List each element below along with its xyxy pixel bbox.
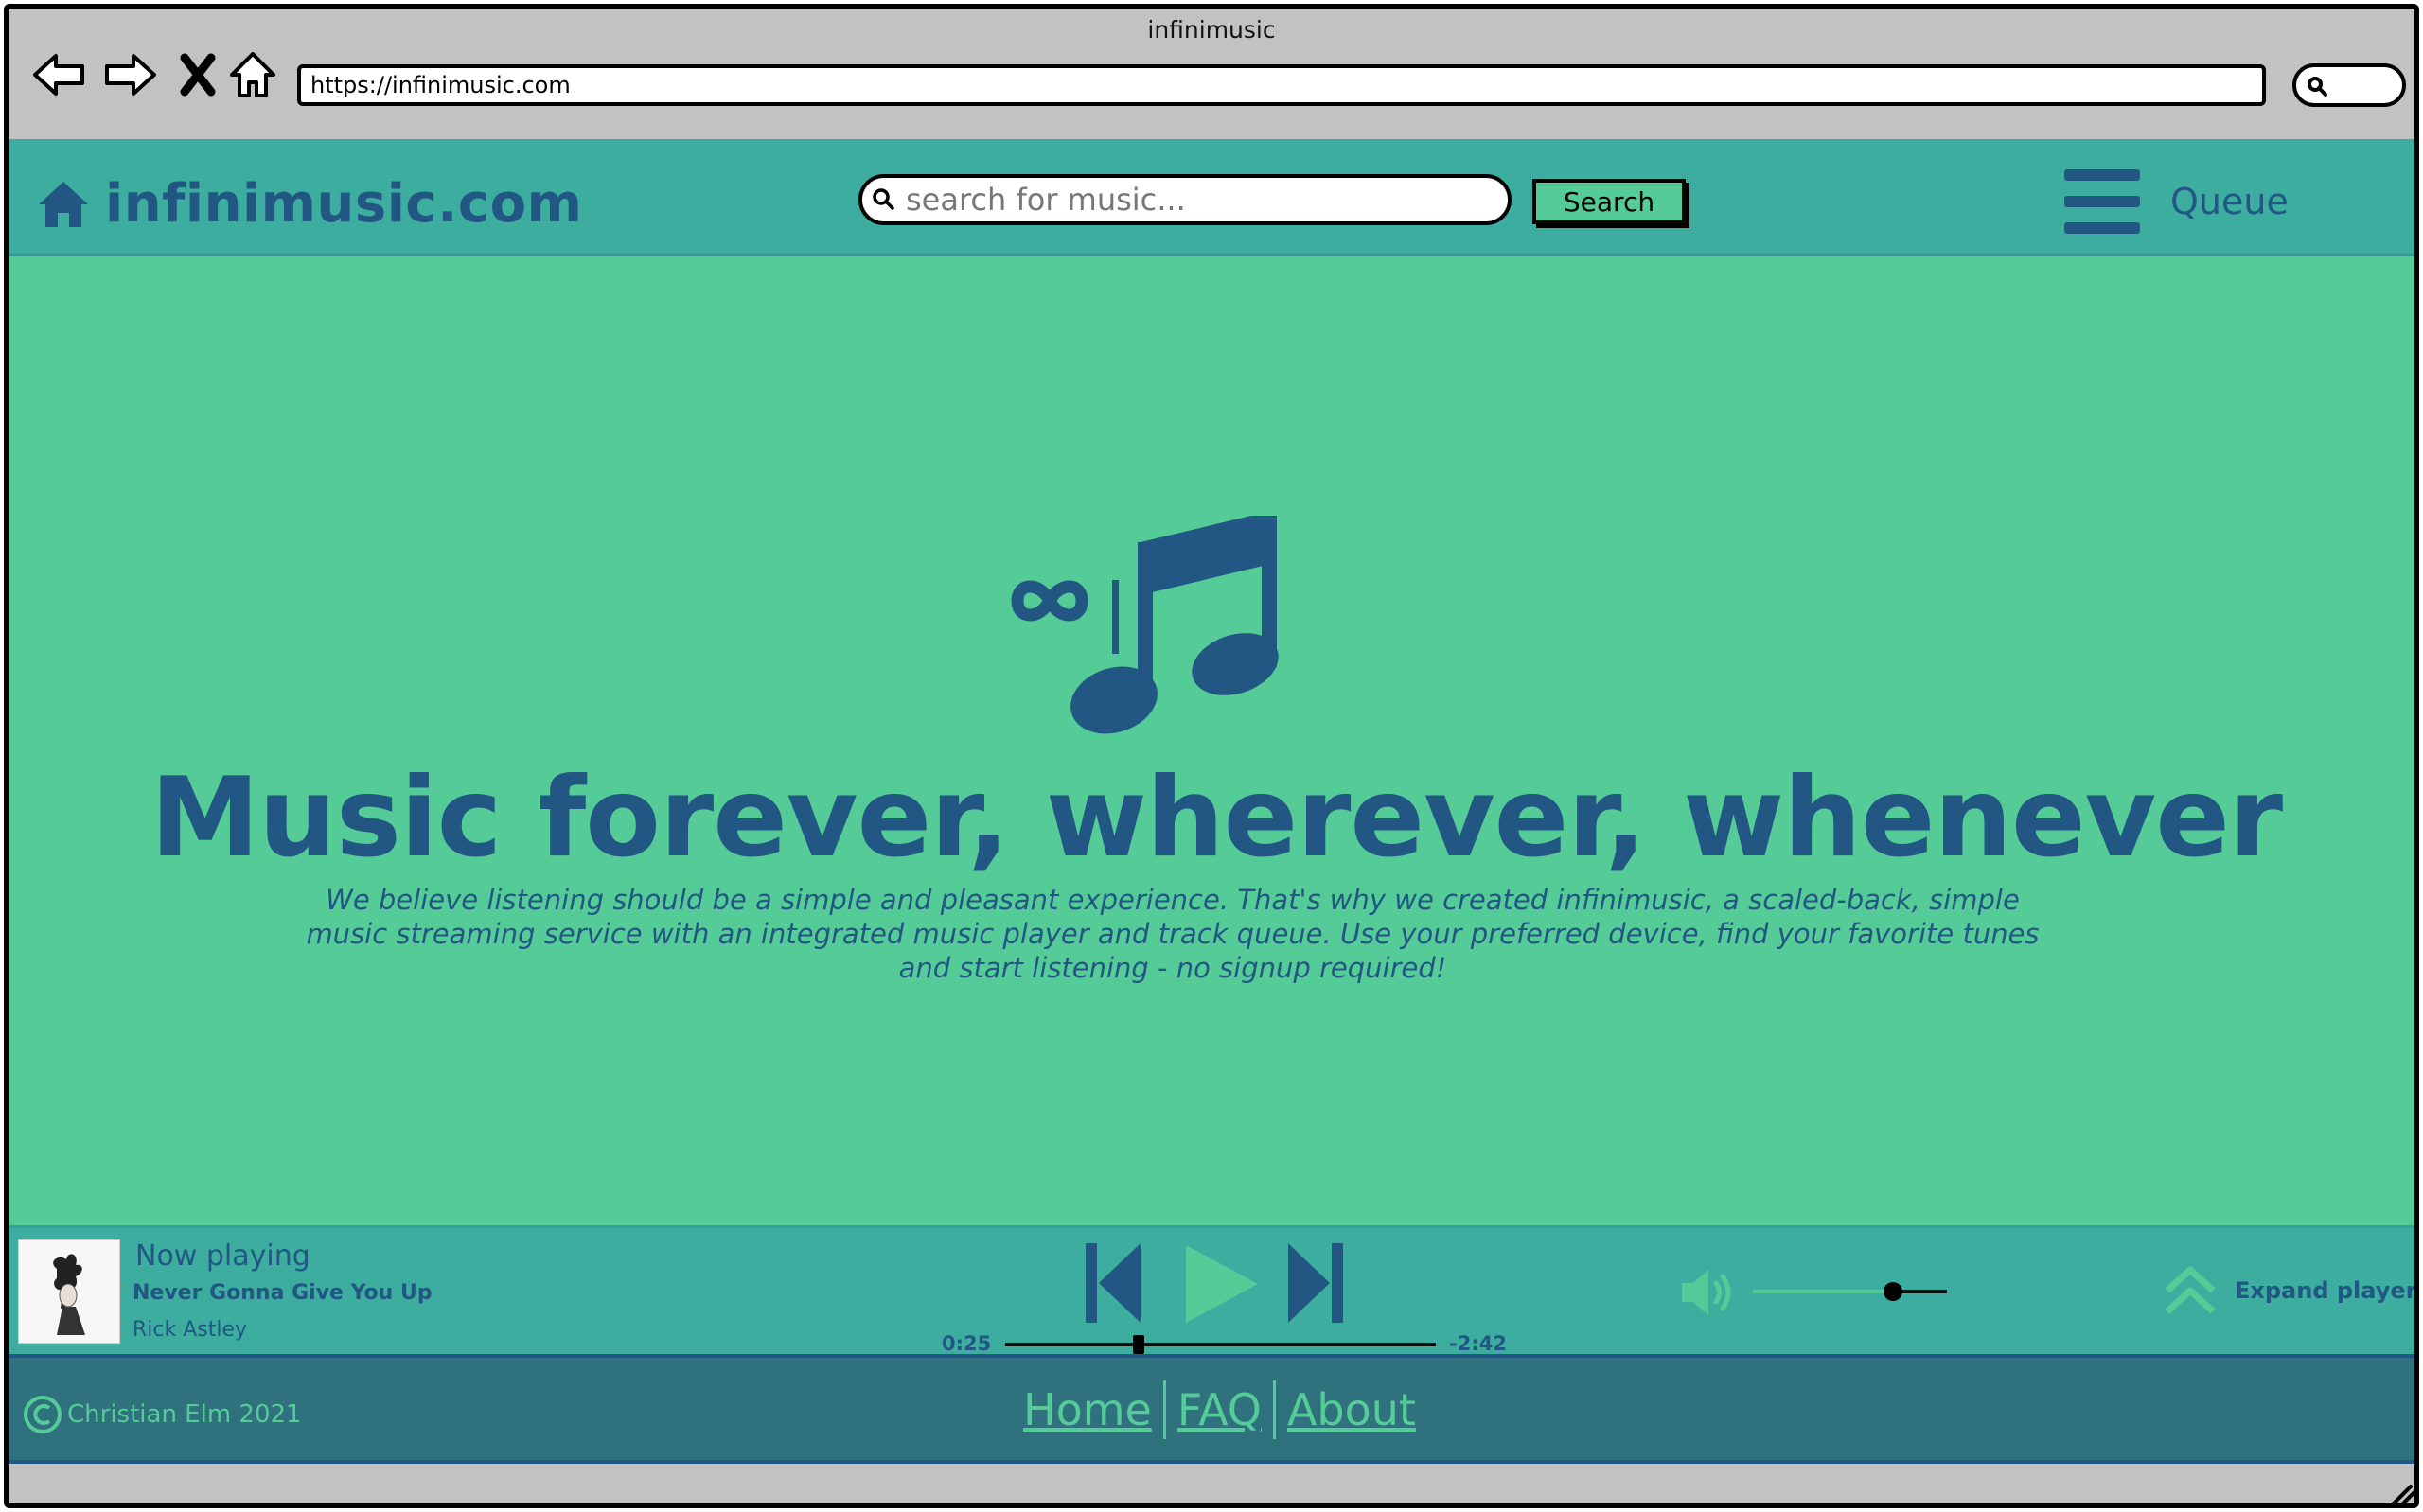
search-input[interactable]: [906, 182, 1493, 218]
hamburger-menu-icon: [2064, 169, 2140, 234]
search-icon: [2308, 77, 2327, 97]
brand-name: infinimusic.com: [105, 173, 583, 235]
footer: Christian Elm 2021 Home FAQ About: [9, 1358, 2414, 1464]
next-track-button[interactable]: [1286, 1241, 1345, 1329]
progress-bar[interactable]: [1005, 1343, 1436, 1346]
forward-arrow-icon[interactable]: [101, 46, 158, 103]
resize-grip-icon[interactable]: [2386, 1481, 2419, 1508]
status-bar: [9, 1464, 2419, 1508]
footer-link-about[interactable]: About: [1282, 1384, 1422, 1435]
hero-description: We believe listening should be a simple …: [306, 884, 2040, 984]
play-icon: [1186, 1245, 1258, 1323]
browser-home-icon[interactable]: [224, 46, 281, 103]
play-button[interactable]: [1182, 1241, 1262, 1331]
queue-label: Queue: [2170, 181, 2289, 222]
search-icon: [873, 188, 894, 210]
copyright-icon: [24, 1396, 62, 1433]
search-button[interactable]: Search: [1532, 179, 1686, 224]
skip-back-icon: [1086, 1243, 1141, 1323]
brand-home-link[interactable]: infinimusic.com: [37, 173, 582, 235]
copyright-text: Christian Elm 2021: [67, 1400, 302, 1429]
progress-handle[interactable]: [1133, 1335, 1145, 1354]
elapsed-time: 0:25: [942, 1332, 992, 1355]
remaining-time: -2:42: [1449, 1332, 1507, 1355]
footer-link-faq[interactable]: FAQ: [1172, 1384, 1267, 1435]
top-navbar: infinimusic.com Search Queue: [9, 139, 2414, 256]
track-artist: Rick Astley: [133, 1318, 248, 1342]
volume-slider-handle[interactable]: [1883, 1282, 1902, 1301]
footer-link-home[interactable]: Home: [1017, 1384, 1158, 1435]
track-title: Never Gonna Give You Up: [133, 1281, 433, 1305]
footer-divider: [1162, 1380, 1166, 1439]
double-chevron-up-icon: [2165, 1266, 2216, 1314]
volume-track-fill[interactable]: [1753, 1290, 1893, 1293]
volume-button[interactable]: [1680, 1268, 1741, 1322]
footer-nav: Home FAQ About: [1017, 1380, 1422, 1439]
home-icon: [39, 181, 88, 227]
footer-divider: [1272, 1380, 1276, 1439]
skip-forward-icon: [1288, 1243, 1343, 1323]
music-player-bar: Now playing Never Gonna Give You Up Rick…: [9, 1225, 2417, 1358]
infinimusic-logo-icon: [993, 510, 1286, 747]
stop-x-icon[interactable]: [171, 46, 228, 103]
browser-window: infinimusic https://infinimusic.com infi…: [4, 4, 2419, 1508]
search-field[interactable]: [858, 174, 1512, 225]
address-bar[interactable]: https://infinimusic.com: [297, 64, 2266, 106]
queue-menu-button[interactable]: Queue: [2062, 167, 2289, 236]
expand-player-button[interactable]: Expand player: [2163, 1264, 2417, 1317]
previous-track-button[interactable]: [1084, 1241, 1142, 1329]
album-art: [18, 1239, 120, 1344]
volume-speaker-icon: [1682, 1270, 1731, 1315]
copyright: Christian Elm 2021: [22, 1394, 302, 1435]
window-title: infinimusic: [1147, 16, 1276, 44]
page: infinimusic.com Search Queue: [9, 139, 2417, 1464]
hero-title: Music forever, wherever, whenever: [150, 754, 2283, 882]
browser-search-field[interactable]: [2292, 63, 2406, 107]
back-arrow-icon[interactable]: [31, 46, 88, 103]
expand-player-label: Expand player: [2235, 1277, 2417, 1304]
now-playing-label: Now playing: [135, 1239, 310, 1273]
